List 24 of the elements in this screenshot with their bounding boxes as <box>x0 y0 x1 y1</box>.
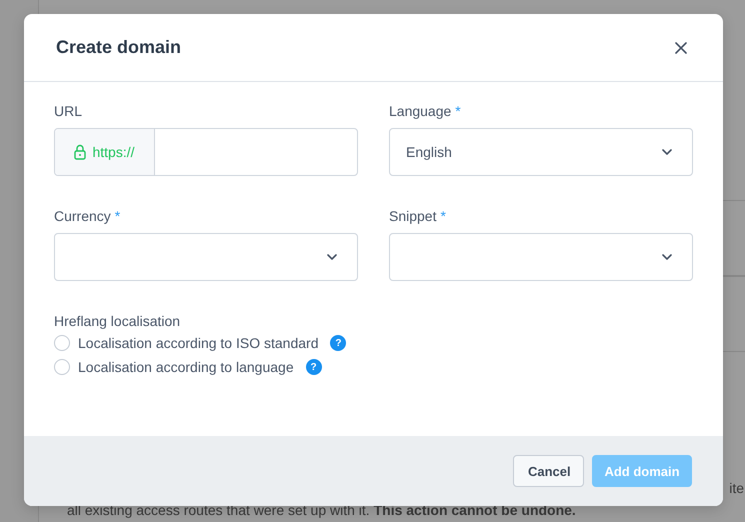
dialog-title: Create domain <box>56 37 182 58</box>
radio-button[interactable] <box>54 359 70 375</box>
required-mark: * <box>114 208 120 224</box>
field-label: Currency <box>54 208 111 224</box>
field-label: Language <box>389 103 452 119</box>
radio-label[interactable]: Localisation according to language <box>78 359 294 375</box>
lock-icon <box>74 144 86 160</box>
select-field[interactable] <box>54 233 358 281</box>
select-field[interactable]: English <box>389 128 693 176</box>
radio-label[interactable]: Localisation according to ISO standard <box>78 335 318 351</box>
field-label: URL <box>54 103 82 119</box>
radio-button[interactable] <box>54 335 70 351</box>
field-label: Hreflang localisation <box>54 313 182 329</box>
select-field[interactable] <box>389 233 693 281</box>
cancel-button[interactable]: Cancel <box>513 455 584 487</box>
url-prefix: https:// <box>55 129 155 175</box>
close-icon <box>675 42 687 54</box>
chevron-down-icon <box>327 254 337 260</box>
required-mark: * <box>440 208 446 224</box>
field-label: Snippet <box>389 208 436 224</box>
required-mark: * <box>455 103 461 119</box>
chevron-down-icon <box>662 149 672 155</box>
body-text: ite <box>729 480 744 496</box>
chevron-down-icon <box>662 254 672 260</box>
